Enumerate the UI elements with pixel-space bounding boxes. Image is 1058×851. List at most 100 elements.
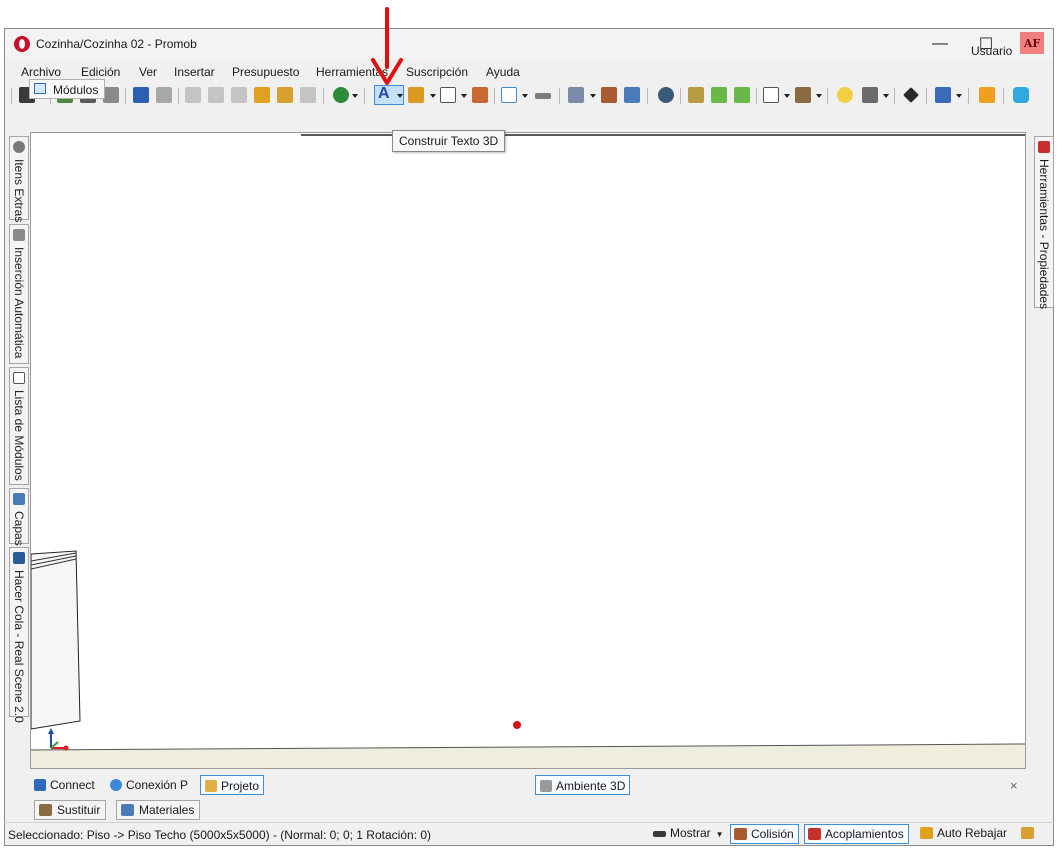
panel-tab-hacer-cola[interactable]: Hacer Cola - Real Scene 2.0 — [9, 547, 29, 723]
panel-tab-lista-de-modulos[interactable]: Lista de Módulos — [9, 367, 29, 485]
box-icon[interactable] — [795, 87, 811, 103]
menu-edicion[interactable]: Edición — [81, 65, 120, 79]
toolbar-separator — [1003, 88, 1004, 104]
tab-conexion[interactable]: Conexión P — [110, 775, 188, 795]
perspective-icon[interactable] — [763, 87, 779, 103]
eye-icon[interactable] — [658, 87, 674, 103]
delete-icon[interactable] — [300, 87, 316, 103]
tab-conexion-label: Conexión P — [126, 778, 189, 792]
tab-sustituir[interactable]: Sustituir — [34, 800, 107, 820]
light-icon[interactable] — [837, 87, 853, 103]
budget-icon[interactable] — [333, 87, 349, 103]
window-title: Cozinha/Cozinha 02 - Promob — [36, 37, 197, 51]
menu-ver[interactable]: Ver — [139, 65, 157, 79]
auto-rebajar-toggle[interactable]: Auto Rebajar — [917, 824, 1007, 844]
paint-roller-icon[interactable] — [277, 87, 293, 103]
globe-icon — [110, 779, 122, 791]
redo-icon[interactable] — [156, 87, 172, 103]
acoplamientos-toggle[interactable]: Acoplamientos — [804, 824, 909, 844]
tools-status-button[interactable] — [1018, 824, 1036, 844]
shape-icon[interactable] — [440, 87, 456, 103]
glasses-icon — [653, 831, 666, 837]
toolbar-separator — [926, 88, 927, 104]
view-3d-icon[interactable] — [624, 87, 640, 103]
user-label[interactable]: Usuario — [971, 44, 1012, 58]
measure-icon[interactable] — [535, 93, 551, 99]
copy-icon[interactable] — [208, 87, 224, 103]
rss-icon — [34, 779, 46, 791]
door-icon[interactable] — [472, 87, 488, 103]
layers-icon[interactable] — [568, 87, 584, 103]
tab-ambiente-3d-label: Ambiente 3D — [556, 779, 626, 793]
budget-dropdown-icon[interactable] — [352, 94, 358, 98]
tab-projeto[interactable]: Projeto — [200, 775, 265, 795]
wrench-icon — [1021, 827, 1034, 839]
modules-icon — [34, 83, 46, 94]
modules-tab[interactable]: Módulos — [29, 79, 105, 99]
real-scene-icon — [13, 552, 25, 564]
floor-plane — [31, 744, 1025, 768]
paste-icon[interactable] — [231, 87, 247, 103]
toolbar-separator — [827, 88, 828, 104]
toolbar-separator — [756, 88, 757, 104]
navigate-icon[interactable] — [903, 87, 919, 103]
tab-ambiente-3d[interactable]: Ambiente 3D — [535, 775, 631, 795]
panel-tab-itens-extras[interactable]: Itens Extras — [9, 136, 29, 223]
tab-sustituir-label: Sustituir — [57, 803, 101, 817]
tab-materiales[interactable]: Materiales — [116, 800, 201, 820]
menu-insertar[interactable]: Insertar — [174, 65, 215, 79]
materials-icon — [121, 804, 134, 816]
colision-label: Colisión — [751, 827, 794, 841]
print-icon[interactable] — [103, 87, 119, 103]
minimize-button[interactable]: — — [917, 29, 963, 59]
colision-toggle[interactable]: Colisión — [730, 824, 799, 844]
select-cursor-icon[interactable] — [501, 87, 517, 103]
mostrar-label: Mostrar — [670, 826, 711, 840]
box-dropdown-icon[interactable] — [816, 94, 822, 98]
hammer-icon[interactable] — [254, 87, 270, 103]
toolbar-separator — [178, 88, 179, 104]
axis-y-arrow-icon — [48, 728, 54, 734]
coupling-icon — [808, 828, 821, 840]
paperclip-icon — [13, 141, 25, 153]
render-icon[interactable] — [935, 87, 951, 103]
user-profile-icon[interactable] — [979, 87, 995, 103]
select-dropdown-icon[interactable] — [522, 94, 528, 98]
panel-tab-label: Itens Extras — [12, 159, 26, 223]
collision-icon — [734, 828, 747, 840]
toolbar-separator — [894, 88, 895, 104]
toolbar-separator — [323, 88, 324, 104]
arrow-left-icon[interactable] — [711, 87, 727, 103]
undo-icon[interactable] — [133, 87, 149, 103]
menu-archivo[interactable]: Archivo — [21, 65, 61, 79]
annotation-arrow-icon — [371, 7, 403, 85]
shape-dropdown-icon[interactable] — [461, 94, 467, 98]
module-list-icon — [13, 372, 25, 384]
toolbar-separator — [125, 88, 126, 104]
rotate-icon[interactable] — [688, 87, 704, 103]
camera-dropdown-icon[interactable] — [883, 94, 889, 98]
render-dropdown-icon[interactable] — [956, 94, 962, 98]
module-size-icon[interactable] — [601, 87, 617, 103]
auto-rebajar-label: Auto Rebajar — [937, 826, 1008, 840]
close-tab-icon[interactable]: × — [1010, 778, 1018, 793]
3d-viewport[interactable] — [30, 132, 1026, 769]
folder-icon — [205, 780, 217, 792]
mostrar-button[interactable]: Mostrar ▼ — [650, 824, 724, 844]
perspective-dropdown-icon[interactable] — [784, 94, 790, 98]
user-avatar[interactable]: AF — [1020, 32, 1044, 54]
arrow-right-icon[interactable] — [734, 87, 750, 103]
status-bar: Seleccionado: Piso -> Piso Techo (5000x5… — [4, 822, 1054, 845]
panel-tab-capas[interactable]: Capas — [9, 488, 29, 546]
chat-icon[interactable] — [1013, 87, 1029, 103]
panel-tab-insercion-automatica[interactable]: Inserción Automática — [9, 224, 29, 364]
module-list-dropdown-icon[interactable] — [430, 94, 436, 98]
tab-connect[interactable]: Connect — [34, 775, 95, 795]
layers-dropdown-icon[interactable] — [590, 94, 596, 98]
menu-ayuda[interactable]: Ayuda — [486, 65, 520, 79]
camera-icon[interactable] — [862, 87, 878, 103]
panel-tab-herramientas-propiedades[interactable]: Herramientas - Propiedades — [1034, 136, 1054, 309]
cut-icon[interactable] — [185, 87, 201, 103]
tooltip-construir-texto-3d: Construir Texto 3D — [392, 130, 506, 152]
menu-presupuesto[interactable]: Presupuesto — [232, 65, 299, 79]
